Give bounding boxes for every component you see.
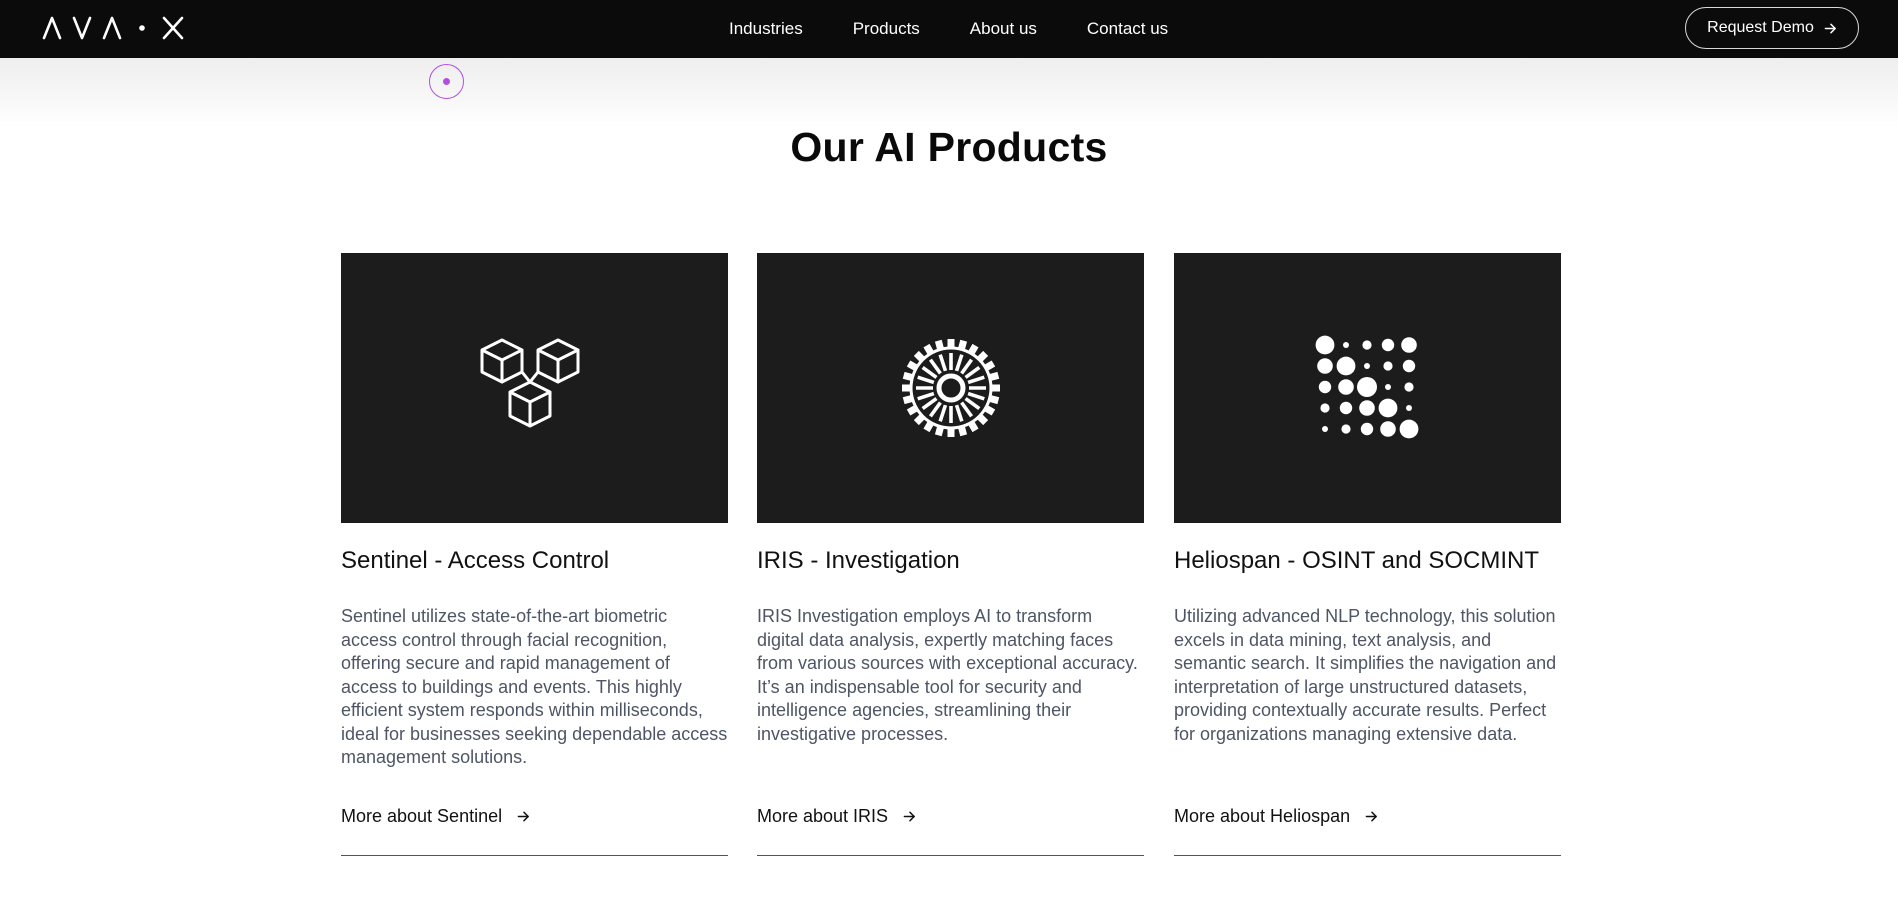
more-about-heliospan-link[interactable]: More about Heliospan	[1174, 806, 1561, 856]
nav-industries[interactable]: Industries	[729, 19, 803, 39]
product-description: Utilizing advanced NLP technology, this …	[1174, 606, 1557, 744]
dot	[1321, 426, 1328, 432]
iris-spoke	[916, 391, 934, 401]
arrow-right-icon	[1365, 811, 1378, 822]
dot	[1356, 377, 1377, 397]
nav-contact-us[interactable]: Contact us	[1087, 19, 1168, 39]
dot	[1363, 363, 1370, 369]
iris-spoke	[937, 404, 947, 422]
nav-products[interactable]: Products	[853, 19, 920, 39]
product-title: IRIS - Investigation	[757, 547, 960, 574]
main-nav: Industries Products About us Contact us	[729, 0, 1218, 58]
dot	[1339, 401, 1352, 415]
dot	[1336, 356, 1355, 376]
link-label: More about Heliospan	[1174, 806, 1351, 826]
link-label: More about Sentinel	[341, 806, 503, 826]
top-navigation-bar: Industries Products About us Contact us …	[0, 0, 1898, 58]
iris-spoke	[921, 397, 937, 411]
dot	[1358, 400, 1375, 416]
arrow-right-icon	[1824, 23, 1836, 33]
link-label: More about IRIS	[757, 806, 889, 826]
product-description: IRIS Investigation employs AI to transfo…	[757, 606, 1138, 744]
iris-spoke	[937, 354, 947, 372]
product-image-sentinel	[341, 253, 728, 523]
product-card-heliospan: Heliospan - OSINT and SOCMINT Utilizing …	[1174, 253, 1561, 856]
iris-spoke	[964, 365, 980, 379]
dot	[1342, 342, 1349, 348]
dot	[1384, 384, 1391, 390]
request-demo-label: Request Demo	[1707, 19, 1814, 36]
product-image-iris	[757, 253, 1144, 523]
iris-spoke	[916, 375, 934, 385]
dot	[1340, 424, 1351, 434]
more-about-sentinel-link[interactable]: More about Sentinel	[341, 806, 728, 856]
dot-grid-icon	[1315, 335, 1418, 439]
product-title: Sentinel - Access Control	[341, 547, 610, 574]
iris-gear-icon	[901, 339, 1000, 437]
cursor-indicator	[429, 64, 464, 99]
dot	[1360, 422, 1373, 436]
dot	[1318, 380, 1331, 394]
product-card-sentinel: Sentinel - Access Control Sentinel utili…	[341, 253, 728, 856]
iris-spoke	[959, 358, 973, 375]
dot	[1337, 379, 1354, 395]
dot	[1319, 403, 1330, 413]
dot	[1400, 337, 1417, 353]
product-card-iris: IRIS - Investigation IRIS Investigation …	[757, 253, 1144, 856]
iris-spoke	[954, 404, 964, 422]
nav-about-us[interactable]: About us	[970, 19, 1037, 39]
dot	[1405, 405, 1412, 411]
dot	[1403, 382, 1414, 392]
iris-spoke	[959, 401, 973, 418]
iris-spoke	[954, 354, 964, 372]
iris-spoke	[928, 358, 942, 375]
request-demo-button[interactable]: Request Demo	[1685, 7, 1859, 49]
product-image-heliospan	[1174, 253, 1561, 523]
dot	[1379, 421, 1396, 437]
iris-spoke	[964, 397, 980, 411]
dot	[1382, 361, 1393, 371]
cubes-icon	[480, 338, 579, 427]
dot	[1399, 419, 1418, 439]
ava-x-logo[interactable]	[42, 14, 187, 42]
iris-spoke	[928, 401, 942, 418]
arrow-right-icon	[903, 811, 915, 822]
arrow-right-icon	[517, 811, 530, 822]
dot	[1361, 340, 1372, 350]
dot	[1316, 358, 1333, 374]
dot	[1381, 338, 1394, 352]
dot	[1378, 398, 1397, 418]
product-description: Sentinel utilizes state-of-the-art biome…	[341, 606, 728, 767]
more-about-iris-link[interactable]: More about IRIS	[757, 806, 1144, 856]
header-shadow	[0, 58, 1898, 128]
iris-spoke	[921, 365, 937, 379]
dot	[1402, 359, 1415, 373]
section-title: Our AI Products	[790, 124, 1108, 170]
iris-spoke	[967, 375, 985, 385]
product-title: Heliospan - OSINT and SOCMINT	[1174, 547, 1540, 574]
iris-spoke	[967, 391, 985, 401]
dot	[1315, 335, 1334, 355]
